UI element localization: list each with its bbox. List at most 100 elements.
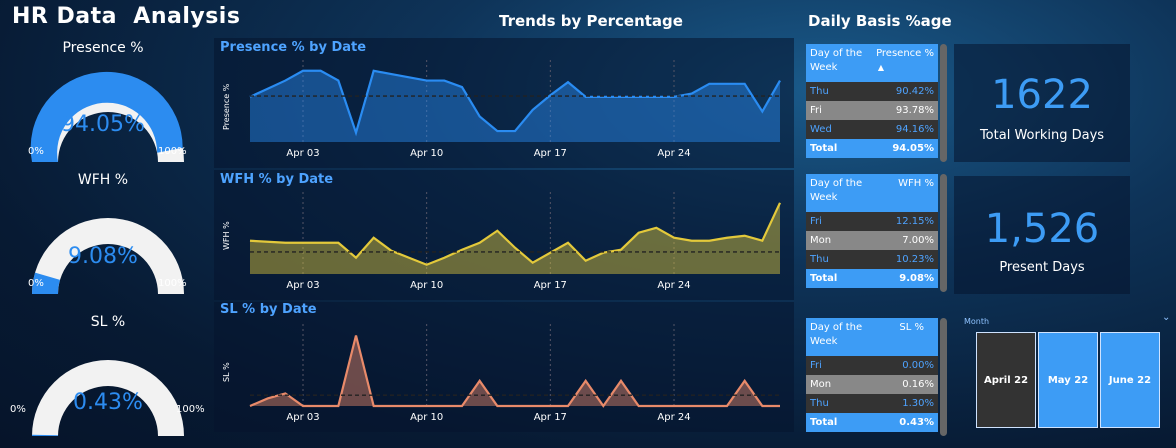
gauge-sl-min: 0%: [10, 404, 26, 415]
table-cell-value: 93.78%: [895, 105, 934, 116]
table-row[interactable]: Wed 94.16%: [806, 120, 938, 139]
gauge-presence-min: 0%: [28, 146, 44, 157]
presence-table[interactable]: Day of the Week Presence % ▲ Thu 90.42% Fr…: [806, 44, 938, 158]
table-row[interactable]: Mon 0.16%: [806, 375, 938, 394]
sl-chart-panel: SL % by Date SL % Apr 03 Apr 10 Apr 17 Apr …: [214, 302, 794, 432]
table-row[interactable]: Thu 90.42%: [806, 82, 938, 101]
wfh-chart-plot: Apr 03 Apr 10 Apr 17 Apr 24: [249, 192, 781, 291]
wfh-table[interactable]: Day of the Week WFH % Fri 12.15% Mon 7.00%…: [806, 174, 938, 288]
x-tick-label: Apr 24: [657, 280, 690, 291]
kpi-present-days-value: 1,526: [984, 206, 1100, 252]
gauge-sl-max: 100%: [176, 404, 205, 415]
sl-col-val[interactable]: SL %: [899, 321, 934, 353]
month-slicer-label: Month: [964, 317, 990, 326]
wfh-col-val[interactable]: WFH %: [898, 177, 934, 209]
daily-title: Daily Basis %age: [808, 12, 952, 30]
table-cell-day: Wed: [810, 124, 832, 135]
x-tick-label: Apr 03: [286, 148, 319, 159]
x-tick-label: Apr 24: [657, 412, 690, 423]
gauge-presence-value: 94.05%: [61, 112, 145, 137]
table-total-value: 0.43%: [899, 417, 934, 428]
sort-asc-icon[interactable]: ▲: [878, 63, 934, 72]
table-cell-value: 1.30%: [902, 398, 934, 409]
x-tick-label: Apr 10: [410, 412, 443, 423]
table-total-value: 9.08%: [899, 273, 934, 284]
table-total-value: 94.05%: [892, 143, 934, 154]
chevron-down-icon[interactable]: ⌄: [1162, 312, 1170, 323]
trends-title: Trends by Percentage: [499, 12, 683, 30]
presence-col-val[interactable]: Presence % ▲: [876, 47, 934, 79]
table-total-row: Total 94.05%: [806, 139, 938, 158]
presence-chart-plot: Apr 03 Apr 10 Apr 17 Apr 24: [249, 60, 781, 159]
sl-table-scrollbar[interactable]: [940, 318, 947, 436]
gauge-sl: SL % 0.43% 0% 100%: [8, 312, 208, 436]
table-cell-day: Fri: [810, 216, 822, 227]
month-option-may[interactable]: May 22: [1038, 332, 1098, 428]
gauge-wfh-label: WFH %: [77, 172, 129, 188]
table-cell-day: Mon: [810, 235, 832, 246]
wfh-col-day[interactable]: Day of the Week: [810, 177, 870, 209]
month-slicer: April 22 May 22 June 22: [976, 332, 1160, 428]
kpi-working-days: 1622 Total Working Days: [954, 44, 1130, 162]
series-area: [250, 202, 780, 274]
table-cell-value: 90.42%: [895, 86, 934, 97]
gauge-sl-value: 0.43%: [73, 390, 143, 415]
table-cell-value: 12.15%: [895, 216, 934, 227]
x-tick-label: Apr 03: [286, 412, 319, 423]
sl-table[interactable]: Day of the Week SL % Fri 0.00% Mon 0.16% T…: [806, 318, 938, 432]
table-total-row: Total 9.08%: [806, 269, 938, 288]
month-option-june[interactable]: June 22: [1100, 332, 1160, 428]
gauge-presence-max: 100%: [158, 146, 187, 157]
sl-col-day[interactable]: Day of the Week: [810, 321, 870, 353]
kpi-working-days-label: Total Working Days: [979, 128, 1105, 143]
table-row[interactable]: Fri 12.15%: [806, 212, 938, 231]
page-title: HR Data Analysis: [12, 4, 241, 29]
kpi-present-days: 1,526 Present Days: [954, 176, 1130, 294]
presence-chart-panel: Presence % by Date Presence % Apr 03 Apr …: [214, 38, 794, 168]
wfh-chart-panel: WFH % by Date WFH % Apr 03 Apr 10 Apr 17 Ap…: [214, 170, 794, 300]
table-row[interactable]: Thu 10.23%: [806, 250, 938, 269]
kpi-present-days-label: Present Days: [999, 260, 1085, 275]
table-row[interactable]: Fri 0.00%: [806, 356, 938, 375]
presence-col-val-label: Presence %: [876, 48, 934, 59]
gauge-wfh: WFH % 9.08% 0% 100%: [18, 170, 198, 294]
table-cell-value: 7.00%: [902, 235, 934, 246]
month-option-april[interactable]: April 22: [976, 332, 1036, 428]
table-row[interactable]: Mon 7.00%: [806, 231, 938, 250]
table-total-row: Total 0.43%: [806, 413, 938, 432]
x-tick-label: Apr 17: [534, 280, 567, 291]
table-total-label: Total: [810, 143, 838, 154]
presence-table-scrollbar[interactable]: [940, 44, 947, 162]
table-total-label: Total: [810, 273, 838, 284]
gauge-wfh-max: 100%: [158, 278, 187, 289]
table-cell-value: 10.23%: [895, 254, 934, 265]
gauge-wfh-min: 0%: [28, 278, 44, 289]
x-tick-label: Apr 10: [410, 148, 443, 159]
x-tick-label: Apr 24: [657, 148, 690, 159]
x-tick-label: Apr 03: [286, 280, 319, 291]
table-cell-value: 0.16%: [902, 379, 934, 390]
kpi-working-days-value: 1622: [991, 72, 1093, 118]
table-cell-day: Fri: [810, 360, 822, 371]
gauge-presence: Presence % 94.05% 0% 100%: [18, 38, 198, 162]
wfh-table-scrollbar[interactable]: [940, 174, 947, 292]
table-cell-value: 0.00%: [902, 360, 934, 371]
table-cell-day: Mon: [810, 379, 832, 390]
sl-chart-plot: Apr 03 Apr 10 Apr 17 Apr 24: [249, 324, 780, 423]
sl-table-header[interactable]: Day of the Week SL %: [806, 318, 938, 356]
gauge-wfh-value: 9.08%: [68, 244, 138, 269]
table-cell-day: Thu: [810, 254, 829, 265]
table-cell-day: Thu: [810, 398, 829, 409]
table-total-label: Total: [810, 417, 838, 428]
x-tick-label: Apr 10: [410, 280, 443, 291]
presence-col-day[interactable]: Day of the Week: [810, 47, 870, 79]
table-row[interactable]: Thu 1.30%: [806, 394, 938, 413]
table-cell-day: Thu: [810, 86, 829, 97]
table-cell-day: Fri: [810, 105, 822, 116]
table-row[interactable]: Fri 93.78%: [806, 101, 938, 120]
gauge-sl-label: SL %: [90, 314, 126, 330]
wfh-table-header[interactable]: Day of the Week WFH %: [806, 174, 938, 212]
presence-table-header[interactable]: Day of the Week Presence % ▲: [806, 44, 938, 82]
table-cell-value: 94.16%: [895, 124, 934, 135]
x-tick-label: Apr 17: [534, 412, 567, 423]
